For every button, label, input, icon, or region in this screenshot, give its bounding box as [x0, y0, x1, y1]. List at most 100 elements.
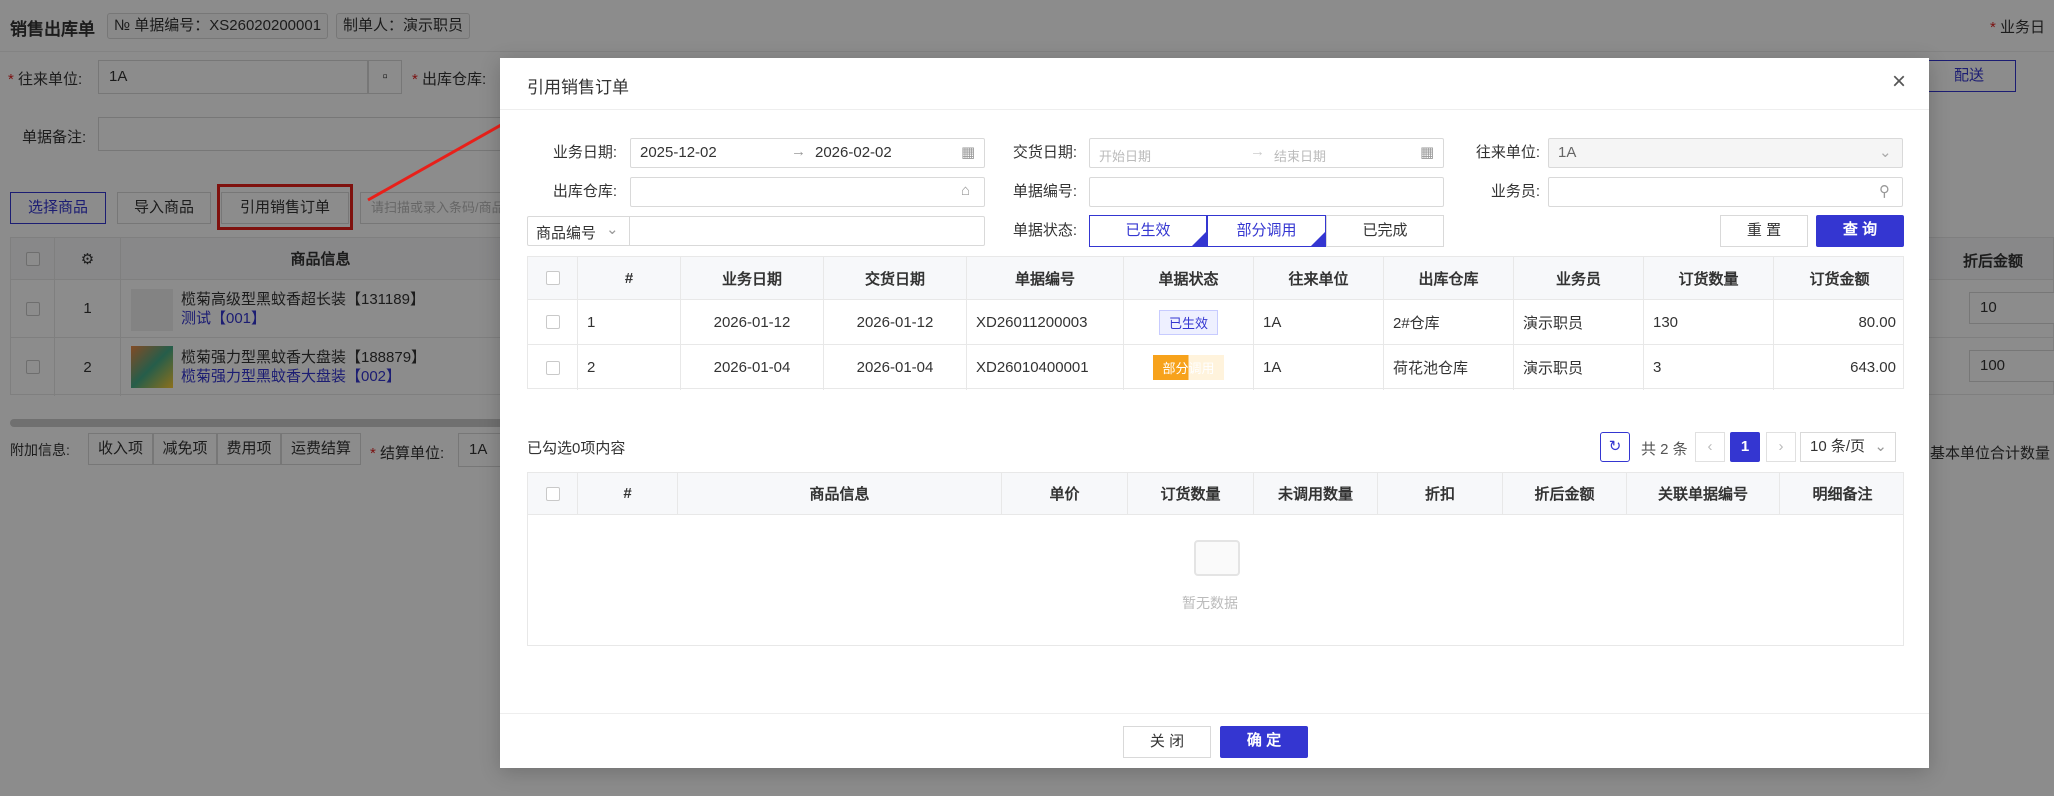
arrow-right-icon: →	[791, 143, 806, 160]
arrow-right-icon: →	[1250, 143, 1265, 160]
row-delivery-date: 2026-01-04	[824, 345, 967, 390]
partner-label: 往来单位:	[1475, 144, 1540, 161]
row-status-cell: 部分调用	[1124, 345, 1254, 390]
row-biz-date: 2026-01-04	[681, 345, 824, 390]
delivery-date-range[interactable]: 开始日期 → 结束日期 ▦	[1089, 138, 1444, 168]
status-badge: 部分调用	[1153, 355, 1224, 380]
empty-text: 暂无数据	[1182, 595, 1238, 611]
page-size-select[interactable]: 10 条/页 ⌄	[1800, 432, 1896, 462]
user-icon[interactable]: ⚲	[1879, 182, 1890, 200]
prev-page-icon[interactable]: ‹	[1695, 432, 1725, 462]
row-partner: 1A	[1254, 300, 1384, 344]
delivery-start-input[interactable]: 开始日期	[1099, 146, 1151, 165]
row-qty: 130	[1644, 300, 1774, 344]
col-discount: 折扣	[1378, 473, 1503, 514]
biz-date-start[interactable]: 2025-12-02	[640, 144, 717, 161]
col-discount-amount: 折后金额	[1503, 473, 1627, 514]
biz-date-range[interactable]: 2025-12-02 → 2026-02-02 ▦	[630, 138, 985, 168]
confirm-button[interactable]: 确 定	[1220, 726, 1308, 758]
modal-title: 引用销售订单	[527, 78, 629, 97]
status-badge: 已生效	[1158, 309, 1218, 335]
query-button[interactable]: 查 询	[1816, 215, 1904, 247]
biz-date-label: 业务日期:	[552, 144, 617, 161]
status-option-completed[interactable]: 已完成	[1326, 215, 1444, 247]
warehouse-label: 出库仓库:	[552, 183, 617, 200]
status-option-active[interactable]: 已生效	[1089, 215, 1207, 247]
reset-button[interactable]: 重 置	[1720, 215, 1808, 247]
biz-date-end[interactable]: 2026-02-02	[815, 144, 892, 161]
row-checkbox[interactable]	[545, 315, 560, 329]
row-amount: 80.00	[1858, 313, 1896, 331]
calendar-icon: ▦	[961, 144, 976, 161]
ref-sales-order-modal: 引用销售订单 × 业务日期: 2025-12-02 → 2026-02-02 ▦…	[500, 58, 1929, 768]
table-row[interactable]: 1 2026-01-12 2026-01-12 XD26011200003 已生…	[528, 300, 1903, 345]
row-doc-no: XD26011200003	[967, 300, 1124, 344]
col-partner: 往来单位	[1254, 257, 1384, 299]
col-related-doc: 关联单据编号	[1627, 473, 1780, 514]
row-salesman: 演示职员	[1514, 300, 1644, 344]
chevron-down-icon: ⌄	[1879, 144, 1892, 161]
col-detail-remark: 明细备注	[1812, 486, 1873, 503]
warehouse-input[interactable]: ⌂	[630, 177, 985, 207]
col-doc-no: 单据编号	[967, 257, 1124, 299]
calendar-icon: ▦	[1420, 144, 1435, 161]
row-index: 1	[578, 300, 681, 344]
row-biz-date: 2026-01-12	[681, 300, 824, 344]
row-warehouse: 荷花池仓库	[1384, 345, 1514, 390]
partner-select[interactable]: 1A ⌄	[1548, 138, 1903, 168]
order-table: # 业务日期 交货日期 单据编号 单据状态 往来单位 出库仓库 业务员 订货数量…	[527, 256, 1904, 390]
partner-value: 1A	[1558, 144, 1577, 161]
row-amount: 643.00	[1850, 359, 1896, 376]
col-salesman: 业务员	[1514, 257, 1644, 299]
goods-code-select-label: 商品编号	[536, 225, 597, 242]
col-qty: 订货数量	[1644, 257, 1774, 299]
salesman-label: 业务员:	[1490, 183, 1540, 200]
delivery-end-input[interactable]: 结束日期	[1274, 146, 1326, 165]
close-button[interactable]: 关 闭	[1123, 726, 1211, 758]
detail-table-header: # 商品信息 单价 订货数量 未调用数量 折扣 折后金额 关联单据编号 明细备注	[528, 473, 1903, 515]
check-corner-icon	[1311, 232, 1325, 246]
row-status-cell: 已生效	[1124, 300, 1254, 344]
modal-footer: 关 闭 确 定	[500, 713, 1929, 768]
selected-info: 已勾选0项内容	[527, 440, 626, 457]
col-index: #	[578, 257, 681, 299]
detail-table: # 商品信息 单价 订货数量 未调用数量 折扣 折后金额 关联单据编号 明细备注…	[527, 472, 1904, 646]
doc-no-input[interactable]	[1089, 177, 1444, 207]
next-page-icon[interactable]: ›	[1766, 432, 1796, 462]
empty-inbox-icon	[1194, 540, 1240, 576]
col-uncalled-qty: 未调用数量	[1254, 473, 1378, 514]
header-checkbox[interactable]	[545, 486, 560, 501]
salesman-input[interactable]: ⚲	[1548, 177, 1903, 207]
check-corner-icon	[1192, 232, 1206, 246]
goods-code-filter: 商品编号 ⌄	[527, 216, 985, 246]
modal-header: 引用销售订单 ×	[500, 58, 1929, 110]
col-status: 单据状态	[1124, 257, 1254, 299]
close-icon[interactable]: ×	[1892, 68, 1906, 96]
refresh-icon[interactable]: ↻	[1600, 432, 1630, 462]
delivery-date-label: 交货日期:	[1012, 144, 1077, 161]
col-warehouse: 出库仓库	[1384, 257, 1514, 299]
row-checkbox[interactable]	[545, 360, 560, 375]
chevron-down-icon: ⌄	[1874, 438, 1887, 455]
order-table-header: # 业务日期 交货日期 单据编号 单据状态 往来单位 出库仓库 业务员 订货数量…	[528, 257, 1903, 300]
page-1-button[interactable]: 1	[1730, 432, 1760, 462]
row-doc-no: XD26010400001	[967, 345, 1124, 390]
row-delivery-date: 2026-01-12	[824, 300, 967, 344]
col-goods-info: 商品信息	[678, 473, 1002, 514]
status-label: 单据状态:	[1012, 222, 1077, 239]
row-warehouse: 2#仓库	[1384, 300, 1514, 344]
pager-total: 共 2 条	[1641, 441, 1688, 458]
col-delivery-date: 交货日期	[824, 257, 967, 299]
status-option-partial[interactable]: 部分调用	[1207, 215, 1326, 247]
table-row[interactable]: 2 2026-01-04 2026-01-04 XD26010400001 部分…	[528, 345, 1903, 390]
row-partner: 1A	[1254, 345, 1384, 390]
header-checkbox[interactable]	[545, 271, 560, 285]
col-index: #	[578, 473, 678, 514]
house-icon[interactable]: ⌂	[961, 182, 970, 199]
col-unit-price: 单价	[1002, 473, 1128, 514]
goods-code-select[interactable]: 商品编号 ⌄	[528, 217, 630, 245]
row-qty: 3	[1644, 345, 1774, 390]
chevron-down-icon: ⌄	[606, 221, 619, 238]
col-biz-date: 业务日期	[681, 257, 824, 299]
doc-no-label: 单据编号:	[1012, 183, 1077, 200]
